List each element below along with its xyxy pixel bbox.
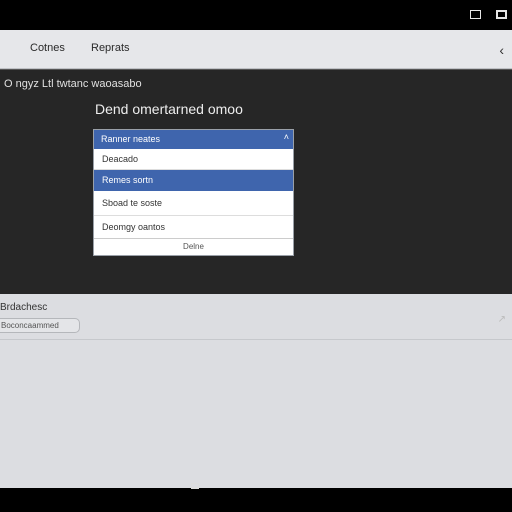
toolbar: e Cotnes Reprats ‹ xyxy=(0,30,512,69)
chevron-left-icon[interactable]: ‹ xyxy=(499,42,504,58)
toolbar-item-reprats[interactable]: Reprats xyxy=(91,42,130,54)
bottom-input-value: Boconcaammed xyxy=(1,321,59,330)
bottom-input-field[interactable]: Boconcaammed xyxy=(0,318,80,333)
minimize-icon[interactable] xyxy=(470,10,481,19)
section-heading: Dend omertarned omoo xyxy=(95,101,243,117)
dropdown-option-selected[interactable]: Remes sortn xyxy=(94,170,293,191)
window-title-bar xyxy=(0,0,512,30)
dropdown-panel: Ranner neates ˄ Deacado Remes sortn Sboa… xyxy=(93,129,294,256)
app-screen: e Cotnes Reprats ‹ O ngyz Ltl twtanc wao… xyxy=(0,30,512,488)
expand-icon[interactable]: ↗ xyxy=(498,314,506,325)
chevron-up-icon[interactable]: ˄ xyxy=(284,132,289,142)
dropdown-option[interactable]: Sboad te soste xyxy=(94,191,293,216)
dropdown-header[interactable]: Ranner neates ˄ xyxy=(94,130,293,149)
divider xyxy=(0,339,512,340)
dropdown-footer-button[interactable]: Delne xyxy=(94,239,293,255)
taskbar xyxy=(0,483,512,512)
bottom-section-label: Brdachesc xyxy=(0,302,48,313)
dropdown-header-label: Ranner neates xyxy=(101,134,161,144)
dropdown-option[interactable]: Deacado xyxy=(94,149,293,170)
dropdown-option[interactable]: Deomgy oantos xyxy=(94,216,293,239)
dark-content-area: O ngyz Ltl twtanc waoasabo Dend omertarn… xyxy=(0,70,512,294)
window-icon[interactable] xyxy=(191,483,199,489)
section-label: O ngyz Ltl twtanc waoasabo xyxy=(4,78,142,90)
maximize-icon[interactable] xyxy=(496,10,507,19)
toolbar-item-cotnes[interactable]: Cotnes xyxy=(30,42,65,54)
